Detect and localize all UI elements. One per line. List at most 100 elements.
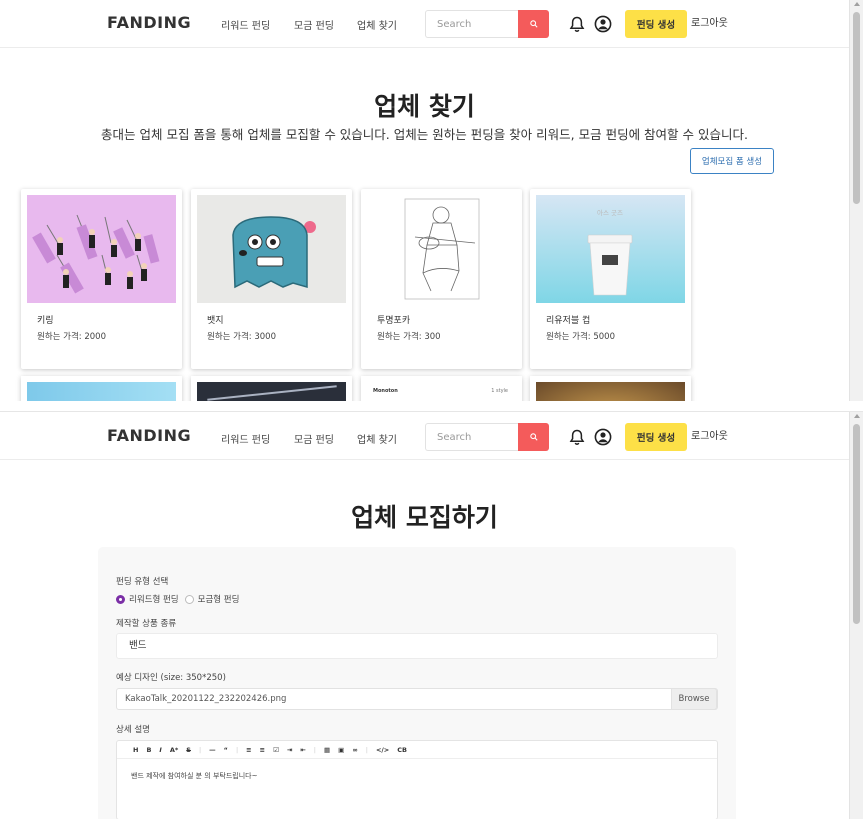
recruit-form: 펀딩 유형 선택 리워드형 펀딩 모금형 펀딩 제작할 상품 종류 밴드 예상 … [98, 547, 736, 819]
vendor-card[interactable] [191, 376, 352, 401]
nav-find-vendor[interactable]: 업체 찾기 [357, 431, 397, 446]
logout-link[interactable]: 로그아웃 [691, 14, 728, 29]
brand-logo[interactable]: FANDING [107, 13, 191, 32]
card-name: 리유저블 컵 [546, 316, 591, 326]
logout-link[interactable]: 로그아웃 [691, 427, 728, 442]
scrollbar-thumb[interactable] [853, 424, 860, 624]
radio-reward-selected[interactable] [116, 594, 125, 604]
search-input[interactable] [425, 10, 519, 38]
code-block-tool[interactable]: CB [397, 746, 407, 754]
search-icon [529, 433, 538, 441]
radio-donation-label[interactable]: 모금형 펀딩 [198, 593, 240, 605]
nav-donation-funding[interactable]: 모금 펀딩 [294, 431, 334, 446]
product-type-input[interactable]: 밴드 [116, 633, 718, 659]
card-price: 원하는 가격: 3000 [207, 332, 276, 342]
create-funding-button[interactable]: 펀딩 생성 [625, 423, 687, 451]
card-image [536, 382, 685, 401]
card-image-badge [197, 195, 346, 303]
vendor-card[interactable]: 뱃지 원하는 가격: 3000 [191, 189, 352, 369]
cup-brand-text: 아스 굿즈 [597, 208, 623, 217]
card-image-label: Monoton [373, 388, 398, 394]
card-name: 투명포카 [377, 316, 411, 326]
vendor-card[interactable]: 키링 원하는 가격: 2000 [21, 189, 182, 369]
scroll-up-arrow[interactable] [854, 2, 860, 6]
toolbar-divider: | [235, 745, 239, 754]
design-label: 예상 디자인 (size: 350*250) [116, 673, 226, 683]
card-price: 원하는 가격: 2000 [37, 332, 106, 342]
toolbar-divider: | [365, 745, 368, 754]
link-tool[interactable]: ∞ [352, 746, 357, 754]
card-name: 뱃지 [207, 316, 224, 326]
editor-toolbar: H B I A* S | — “ | ≡ ≡ ☑ ⇥ ⇤ | ▦ ▣ ∞ | <… [117, 741, 717, 759]
scrollbar[interactable] [849, 412, 863, 819]
card-name: 키링 [37, 316, 54, 326]
card-image-photocard [367, 195, 516, 303]
card-image [27, 382, 176, 401]
recruit-screen: FANDING 리워드 펀딩 모금 펀딩 업체 찾기 펀딩 생성 로그아웃 업체… [0, 411, 863, 819]
detail-label: 상세 설명 [116, 725, 150, 735]
search-icon [529, 20, 538, 28]
scrollbar[interactable] [849, 0, 863, 401]
nav-find-vendor[interactable]: 업체 찾기 [357, 17, 397, 32]
user-icon[interactable] [594, 15, 612, 33]
search-input[interactable] [425, 423, 519, 451]
create-recruit-form-button[interactable]: 업체모집 폼 생성 [690, 148, 774, 174]
create-funding-button[interactable]: 펀딩 생성 [625, 10, 687, 38]
nav-reward-funding[interactable]: 리워드 펀딩 [221, 431, 270, 446]
browse-button[interactable]: Browse [671, 688, 717, 710]
page-description: 총대는 업체 모집 폼을 통해 업체를 모집할 수 있습니다. 업체는 원하는 … [101, 127, 748, 142]
page-title: 업체 찾기 [374, 92, 475, 121]
funding-type-radio-group: 리워드형 펀딩 모금형 펀딩 [116, 593, 239, 605]
text-color-tool[interactable]: A* [170, 746, 178, 754]
navbar: FANDING 리워드 펀딩 모금 펀딩 업체 찾기 펀딩 생성 로그아웃 [0, 0, 849, 48]
design-file-input[interactable]: KakaoTalk_20201122_232202426.png Browse [116, 688, 718, 710]
scroll-up-arrow[interactable] [854, 414, 860, 418]
card-price: 원하는 가격: 300 [377, 332, 441, 342]
nav-donation-funding[interactable]: 모금 펀딩 [294, 17, 334, 32]
bell-icon[interactable] [569, 16, 585, 33]
strike-tool[interactable]: S [186, 746, 191, 754]
toolbar-divider: | [313, 745, 316, 754]
radio-donation[interactable] [184, 594, 194, 604]
markdown-editor[interactable]: H B I A* S | — “ | ≡ ≡ ☑ ⇥ ⇤ | ▦ ▣ ∞ | <… [116, 740, 718, 819]
page-title: 업체 모집하기 [351, 503, 498, 532]
nav-reward-funding[interactable]: 리워드 펀딩 [221, 17, 270, 32]
bell-icon[interactable] [569, 429, 585, 446]
task-list-tool[interactable]: ☑ [273, 746, 279, 754]
bullet-list-tool[interactable]: ≡ [246, 746, 251, 754]
vendor-card[interactable] [21, 376, 182, 401]
heading-tool[interactable]: H [133, 746, 138, 754]
navbar: FANDING 리워드 펀딩 모금 펀딩 업체 찾기 펀딩 생성 로그아웃 [0, 412, 849, 460]
quote-tool[interactable]: “ [224, 746, 228, 754]
indent-tool[interactable]: ⇥ [287, 746, 292, 754]
file-name: KakaoTalk_20201122_232202426.png [125, 694, 287, 704]
italic-tool[interactable]: I [159, 746, 161, 754]
search-button[interactable] [518, 10, 549, 38]
finder-screen: FANDING 리워드 펀딩 모금 펀딩 업체 찾기 펀딩 생성 로그아웃 업체… [0, 0, 863, 401]
vendor-card[interactable]: 아스 굿즈 리유저블 컵 원하는 가격: 5000 [530, 189, 691, 369]
vendor-card[interactable]: Monoton 1 style [361, 376, 522, 401]
toolbar-divider: | [198, 745, 202, 754]
vendor-card[interactable] [530, 376, 691, 401]
scrollbar-thumb[interactable] [853, 12, 860, 204]
image-tool[interactable]: ▣ [338, 746, 344, 754]
editor-content[interactable]: 밴드 제작에 참여하실 분 의 부탁드립니다~ [131, 771, 257, 781]
product-type-label: 제작할 상품 종류 [116, 619, 177, 629]
card-price: 원하는 가격: 5000 [546, 332, 615, 342]
card-image-keyring [27, 195, 176, 303]
card-image-label: 1 style [491, 388, 508, 394]
table-tool[interactable]: ▦ [324, 746, 330, 754]
user-icon[interactable] [594, 428, 612, 446]
radio-reward-label[interactable]: 리워드형 펀딩 [129, 593, 179, 605]
card-image: Monoton 1 style [367, 382, 516, 401]
hr-tool[interactable]: — [209, 746, 216, 754]
code-tool[interactable]: </> [376, 746, 389, 754]
card-image-cup: 아스 굿즈 [536, 195, 685, 303]
outdent-tool[interactable]: ⇤ [300, 746, 305, 754]
vendor-card[interactable]: 투명포카 원하는 가격: 300 [361, 189, 522, 369]
search-button[interactable] [518, 423, 549, 451]
brand-logo[interactable]: FANDING [107, 426, 191, 445]
bold-tool[interactable]: B [146, 746, 151, 754]
ordered-list-tool[interactable]: ≡ [260, 746, 265, 754]
card-image [197, 382, 346, 401]
